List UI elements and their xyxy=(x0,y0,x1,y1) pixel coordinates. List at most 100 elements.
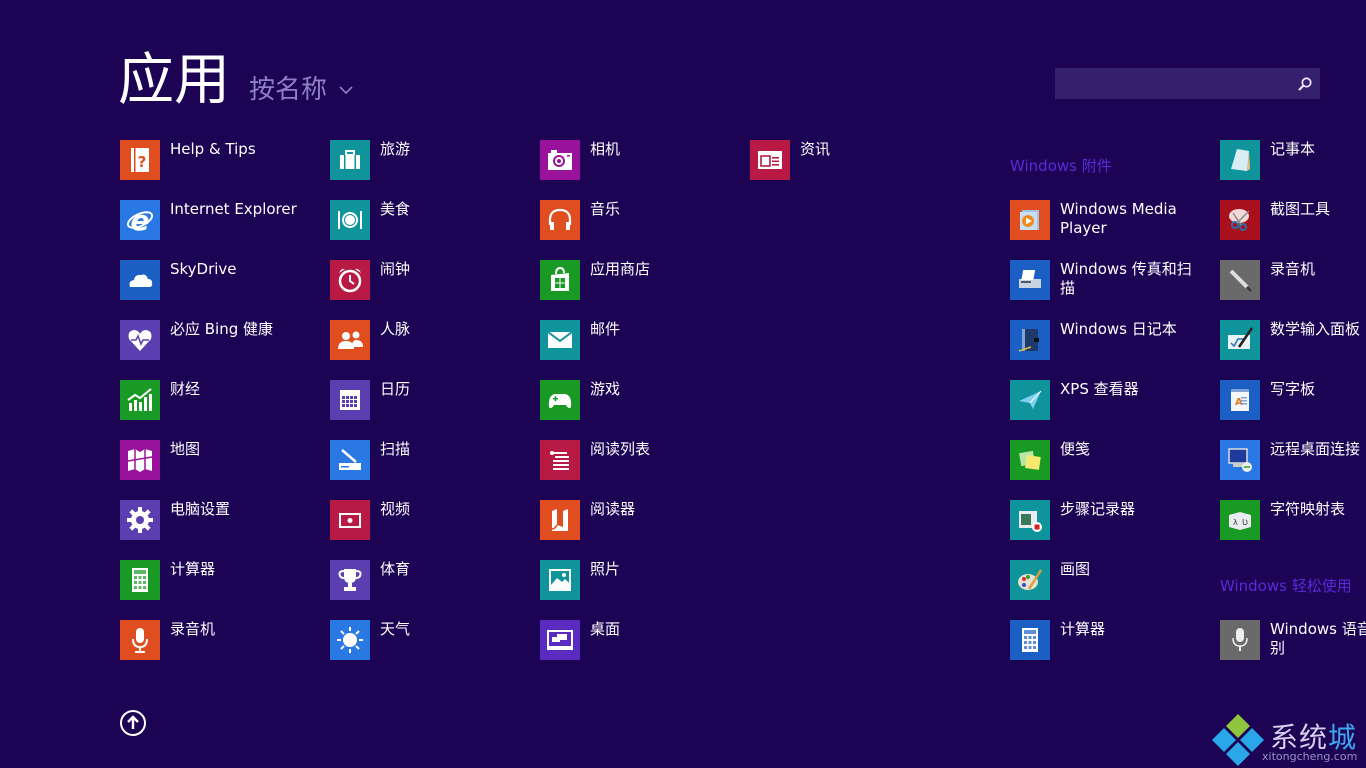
app-tile-headphones[interactable]: 音乐 xyxy=(540,200,730,240)
app-tile-math-input[interactable]: 数学输入面板 xyxy=(1220,320,1366,360)
app-tile-photo[interactable]: 照片 xyxy=(540,560,730,600)
app-label: 阅读器 xyxy=(590,500,636,518)
app-tile-sun[interactable]: 天气 xyxy=(330,620,520,660)
app-tile-paint-palette[interactable]: 画图 xyxy=(1010,560,1200,600)
mail-icon xyxy=(547,331,573,348)
app-tile-fax[interactable]: Windows 传真和扫描 xyxy=(1010,260,1200,300)
app-icon-tile xyxy=(540,260,580,300)
alarm-clock-icon xyxy=(338,268,362,293)
app-label: 邮件 xyxy=(590,320,621,338)
svg-text:Ʋ: Ʋ xyxy=(1242,518,1248,527)
app-tile-video[interactable]: 视频 xyxy=(330,500,520,540)
app-icon-tile xyxy=(750,140,790,180)
app-tile-internet-explorer[interactable]: e Internet Explorer xyxy=(120,200,310,240)
reading-list-icon xyxy=(550,451,569,470)
app-icon-tile xyxy=(1010,260,1050,300)
app-icon-tile xyxy=(120,560,160,600)
app-label: 录音机 xyxy=(170,620,216,638)
app-icon-tile: e xyxy=(120,200,160,240)
gear-icon xyxy=(127,507,153,533)
app-label: SkyDrive xyxy=(170,260,237,278)
sound-recorder-icon xyxy=(1229,269,1252,292)
app-tile-alarm-clock[interactable]: 闹钟 xyxy=(330,260,520,300)
app-icon-tile xyxy=(120,260,160,300)
app-tile-gear[interactable]: 电脑设置 xyxy=(120,500,310,540)
app-tile-cloud[interactable]: SkyDrive xyxy=(120,260,310,300)
desktop-icon xyxy=(547,630,573,650)
app-label: 相机 xyxy=(590,140,621,158)
app-tile-map[interactable]: 地图 xyxy=(120,440,310,480)
app-tile-wordpad[interactable]: A 写字板 xyxy=(1220,380,1366,420)
app-tile-store-bag[interactable]: 应用商店 xyxy=(540,260,730,300)
app-tile-steps-recorder[interactable]: 步骤记录器 xyxy=(1010,500,1200,540)
app-tile-news[interactable]: 资讯 xyxy=(750,140,940,180)
app-label: 记事本 xyxy=(1270,140,1316,158)
app-label: 应用商店 xyxy=(590,260,651,278)
svg-text:λ: λ xyxy=(1233,518,1238,527)
plate-icon xyxy=(338,211,362,229)
app-icon-tile xyxy=(1220,260,1260,300)
app-tile-people[interactable]: 人脉 xyxy=(330,320,520,360)
app-tile-camera[interactable]: 相机 xyxy=(540,140,730,180)
app-tile-suitcase[interactable]: 旅游 xyxy=(330,140,520,180)
app-icon-tile xyxy=(540,620,580,660)
microphone-icon xyxy=(132,628,148,653)
app-label: 扫描 xyxy=(380,440,411,458)
app-label: 桌面 xyxy=(590,620,621,638)
page-title: 应用 xyxy=(118,48,230,113)
app-tile-journal[interactable]: Windows 日记本 xyxy=(1010,320,1200,360)
help-book-icon: ? xyxy=(131,148,149,172)
app-tile-sound-recorder[interactable]: 录音机 xyxy=(1220,260,1366,300)
svg-text:A: A xyxy=(1235,397,1243,408)
app-tile-desktop[interactable]: 桌面 xyxy=(540,620,730,660)
app-icon-tile xyxy=(120,440,160,480)
app-tile-character-map[interactable]: λ Ʋ 字符映射表 xyxy=(1220,500,1366,540)
calculator-icon xyxy=(132,568,148,592)
app-tile-xps-viewer[interactable]: XPS 查看器 xyxy=(1010,380,1200,420)
app-icon-tile xyxy=(540,200,580,240)
app-tile-mail[interactable]: 邮件 xyxy=(540,320,730,360)
search-input[interactable] xyxy=(1055,67,1290,100)
app-tile-media-player[interactable]: Windows Media Player xyxy=(1010,200,1200,240)
search-icon[interactable] xyxy=(1290,68,1320,99)
app-tile-calculator[interactable]: 计算器 xyxy=(1010,620,1200,660)
trophy-icon xyxy=(338,569,362,591)
app-icon-tile xyxy=(540,500,580,540)
app-label: Windows 日记本 xyxy=(1060,320,1177,338)
app-tile-calculator[interactable]: 计算器 xyxy=(120,560,310,600)
app-tile-sticky-notes[interactable]: 便笺 xyxy=(1010,440,1200,480)
app-tile-remote-desktop[interactable]: 远程桌面连接 xyxy=(1220,440,1366,480)
app-tile-scanner[interactable]: 扫描 xyxy=(330,440,520,480)
app-tile-help-book[interactable]: ? Help & Tips xyxy=(120,140,310,180)
app-tile-finance-chart[interactable]: 财经 xyxy=(120,380,310,420)
app-icon-tile xyxy=(540,380,580,420)
search-box[interactable] xyxy=(1055,67,1320,100)
app-tile-speech-mic[interactable]: Windows 语音识别 xyxy=(1220,620,1366,660)
notepad-icon xyxy=(1231,149,1250,171)
app-label: Windows 传真和扫描 xyxy=(1060,260,1192,297)
paint-palette-icon xyxy=(1018,569,1043,590)
app-icon-tile xyxy=(1010,320,1050,360)
app-icon-tile xyxy=(540,320,580,360)
xps-viewer-icon xyxy=(1019,390,1042,409)
app-icon-tile: A xyxy=(1220,380,1260,420)
app-tile-microphone[interactable]: 录音机 xyxy=(120,620,310,660)
app-tile-plate[interactable]: 美食 xyxy=(330,200,520,240)
svg-text:?: ? xyxy=(138,153,147,171)
app-label: 日历 xyxy=(380,380,411,398)
app-tile-snipping-tool[interactable]: 截图工具 xyxy=(1220,200,1366,240)
scroll-up-button[interactable] xyxy=(120,710,146,736)
app-icon-tile xyxy=(330,140,370,180)
app-tile-calendar[interactable]: 日历 xyxy=(330,380,520,420)
app-tile-heart-pulse[interactable]: 必应 Bing 健康 xyxy=(120,320,310,360)
app-tile-reading-list[interactable]: 阅读列表 xyxy=(540,440,730,480)
arrow-up-circle-icon xyxy=(127,715,139,729)
app-icon-tile xyxy=(330,320,370,360)
headphones-icon xyxy=(548,208,572,230)
app-tile-trophy[interactable]: 体育 xyxy=(330,560,520,600)
app-tile-gamepad[interactable]: 游戏 xyxy=(540,380,730,420)
app-icon-tile xyxy=(1010,560,1050,600)
app-tile-notepad[interactable]: 记事本 xyxy=(1220,140,1366,180)
app-tile-reader[interactable]: 阅读器 xyxy=(540,500,730,540)
sort-by-name-dropdown[interactable]: 按名称 xyxy=(249,72,355,108)
